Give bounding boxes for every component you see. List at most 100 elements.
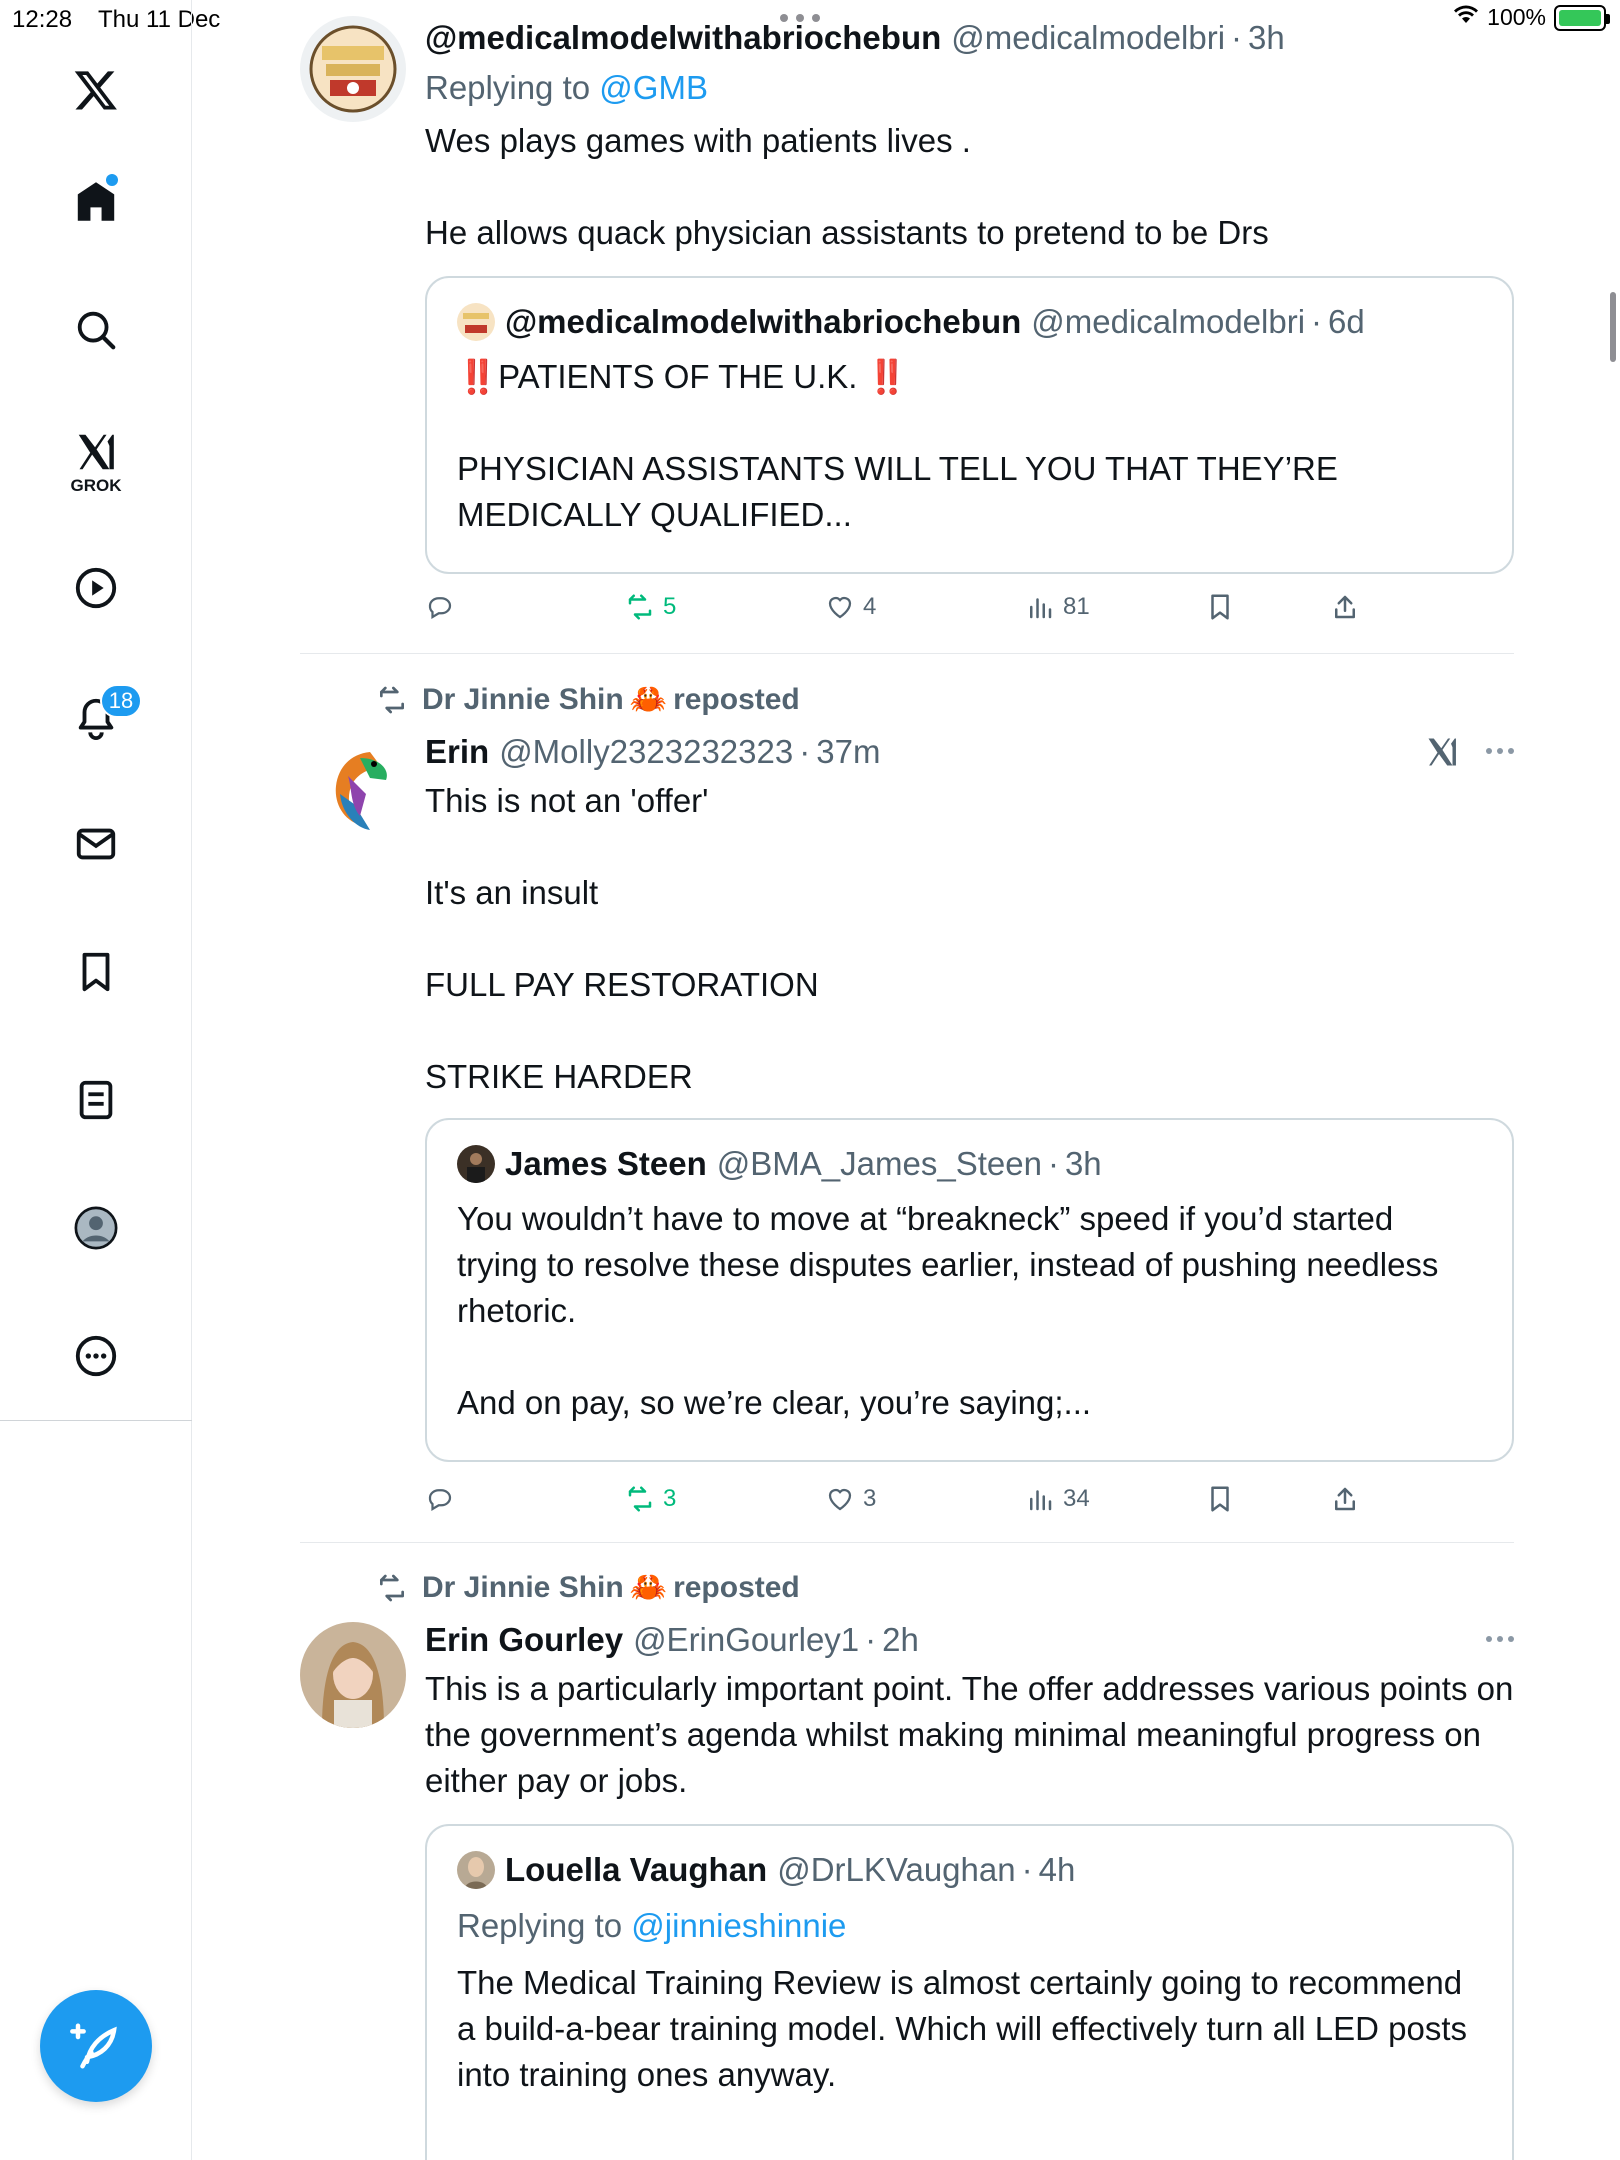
grok-label: GROK [70, 476, 122, 495]
quoted-author-handle: @medicalmodelbri [1031, 303, 1306, 340]
avatar[interactable] [300, 16, 406, 122]
quoted-post[interactable]: Louella Vaughan @DrLKVaughan · 4h Replyi… [425, 1824, 1514, 2160]
author-handle[interactable]: @medicalmodelbri [951, 16, 1225, 60]
post-divider [300, 1542, 1514, 1543]
quoted-avatar [457, 1851, 495, 1889]
separator-dot: · [865, 1621, 877, 1658]
reply-icon [428, 1489, 452, 1511]
compose-feather-icon [70, 2023, 117, 2069]
replying-to-prefix: Replying to [457, 1907, 623, 1944]
home-unread-dot [106, 174, 118, 186]
author-name[interactable]: Erin [425, 730, 489, 774]
bookmark-icon [1211, 1486, 1229, 1512]
like-button[interactable]: 3 [825, 1484, 876, 1514]
quoted-author-handle: @BMA_James_Steen [716, 1145, 1042, 1182]
reposted-label: reposted [673, 1570, 800, 1604]
author-name[interactable]: @medicalmodelwithabriochebun [425, 16, 941, 60]
heart-icon [828, 596, 852, 619]
author-name[interactable]: Erin Gourley [425, 1618, 623, 1662]
post-more-icon[interactable] [1486, 748, 1514, 754]
views-chart-icon [1030, 598, 1052, 619]
post-more-icon[interactable] [1486, 1636, 1514, 1642]
avatar[interactable] [300, 734, 406, 840]
view-count: 34 [1063, 1485, 1090, 1512]
bookmarks-icon[interactable] [64, 940, 128, 1004]
post-2[interactable]: Erin @Molly2323232323 · 37m This is not … [300, 730, 1514, 1530]
post-time[interactable]: 3h [1248, 16, 1285, 60]
author-handle[interactable]: @Molly2323232323 [499, 730, 793, 774]
quoted-author-name: @medicalmodelwithabriochebun [505, 303, 1022, 340]
share-icon [1335, 595, 1355, 619]
grok-icon[interactable] [64, 420, 128, 484]
messages-envelope-icon[interactable] [64, 812, 128, 876]
author-handle[interactable]: @ErinGourley1 [633, 1618, 859, 1662]
quoted-post[interactable]: James Steen @BMA_James_Steen · 3h You wo… [425, 1118, 1514, 1462]
bookmark-button[interactable] [1205, 592, 1235, 622]
separator-dot: · [1311, 303, 1323, 340]
repost-icon [628, 594, 652, 620]
quoted-time: 6d [1328, 303, 1365, 340]
post-3[interactable]: Erin Gourley @ErinGourley1 · 2h This is … [300, 1618, 1514, 2160]
reposted-label: reposted [673, 682, 800, 716]
quoted-text: You wouldn’t have to move at “breakneck”… [457, 1200, 1439, 1421]
more-options-icon[interactable] [64, 1324, 128, 1388]
quoted-post[interactable]: @medicalmodelwithabriochebun @medicalmod… [425, 276, 1514, 574]
views-button[interactable]: 81 [1025, 592, 1090, 622]
reposted-by-name: Dr Jinnie Shin [422, 1570, 624, 1604]
battery-icon [1554, 4, 1610, 31]
reply-button[interactable] [425, 592, 455, 622]
avatar[interactable] [300, 1622, 406, 1728]
repost-button[interactable]: 3 [625, 1484, 676, 1514]
lists-icon[interactable] [64, 1068, 128, 1132]
quoted-text: The Medical Training Review is almost ce… [457, 1964, 1468, 2093]
quoted-author-name: Louella Vaughan [505, 1851, 768, 1888]
repost-context[interactable]: Dr Jinnie Shin 🦀 reposted [376, 682, 800, 717]
repost-button[interactable]: 5 [625, 592, 676, 622]
repost-icon [380, 1574, 404, 1601]
separator-dot: · [1231, 19, 1243, 56]
like-button[interactable]: 4 [825, 592, 876, 622]
repost-icon [380, 686, 404, 713]
search-icon[interactable] [64, 298, 128, 362]
bookmark-icon [1211, 594, 1229, 620]
bookmark-button[interactable] [1205, 1484, 1235, 1514]
quoted-time: 4h [1038, 1851, 1076, 1888]
post-text: Wes plays games with patients lives . He… [425, 122, 1269, 251]
quoted-time: 3h [1064, 1145, 1102, 1182]
separator-dot: · [1047, 1145, 1059, 1182]
scrollbar[interactable] [1610, 292, 1616, 362]
share-button[interactable] [1330, 592, 1360, 622]
home-icon[interactable] [64, 170, 128, 234]
post-time[interactable]: 2h [882, 1618, 919, 1662]
views-button[interactable]: 34 [1025, 1484, 1090, 1514]
post-actions: 3 3 34 [425, 1484, 1425, 1534]
quoted-author-name: James Steen [505, 1145, 707, 1182]
profile-avatar-icon[interactable] [64, 1196, 128, 1260]
post-time[interactable]: 37m [816, 730, 880, 774]
quoted-avatar [457, 1145, 495, 1183]
repost-context[interactable]: Dr Jinnie Shin 🦀 reposted [376, 1570, 800, 1605]
view-count: 81 [1063, 593, 1090, 620]
like-count: 3 [863, 1485, 877, 1512]
quoted-text: ‼️PATIENTS OF THE U.K. ‼️ PHYSICIAN ASSI… [457, 358, 1338, 533]
notifications-badge: 18 [100, 684, 142, 718]
share-button[interactable] [1330, 1484, 1360, 1514]
separator-dot: · [1021, 1851, 1033, 1888]
repost-count: 3 [663, 1485, 677, 1512]
separator-dot: · [799, 733, 811, 770]
compose-post-button[interactable] [40, 1990, 152, 2102]
repost-count: 5 [663, 593, 677, 620]
post-divider [300, 653, 1514, 654]
post-1[interactable]: @medicalmodelwithabriochebun @medicalmod… [300, 16, 1514, 656]
post-actions: 5 4 81 [425, 592, 1425, 642]
grok-explain-icon[interactable] [1424, 734, 1460, 775]
replying-to-prefix: Replying to [425, 69, 591, 106]
replying-to-link[interactable]: @GMB [599, 69, 708, 106]
reply-button[interactable] [425, 1484, 455, 1514]
video-play-icon[interactable] [64, 556, 128, 620]
x-logo-icon[interactable] [64, 58, 128, 122]
replying-to: Replying to @GMB [425, 66, 1514, 110]
replying-to-link[interactable]: @jinnieshinnie [631, 1907, 846, 1944]
repost-icon [628, 1486, 652, 1512]
sidebar-divider [0, 1420, 192, 1421]
